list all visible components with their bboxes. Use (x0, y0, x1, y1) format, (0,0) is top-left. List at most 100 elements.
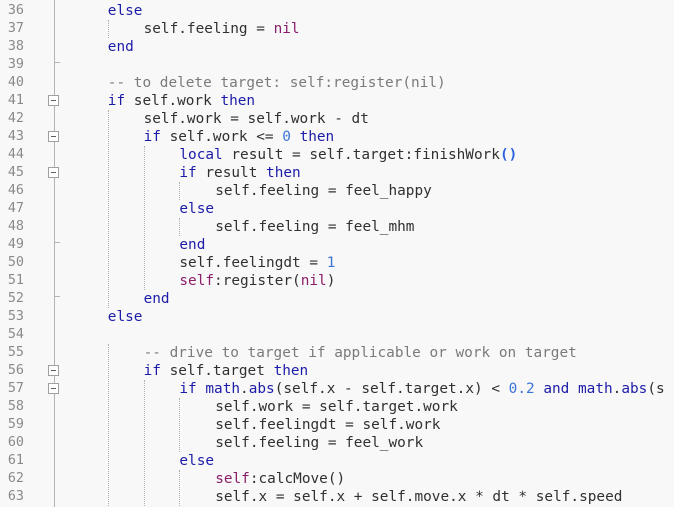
code-token: () (499, 147, 518, 163)
indent-guide (143, 146, 145, 290)
fold-end-marker (54, 296, 60, 297)
code-line[interactable]: self.work = self.work - dt (144, 110, 369, 128)
line-number: 61 (7, 453, 24, 468)
code-line[interactable]: end (144, 290, 170, 308)
collapse-fold-icon[interactable] (48, 95, 59, 106)
code-token: nil (273, 21, 300, 37)
code-token: 0 (282, 129, 291, 145)
indent-guide (143, 380, 145, 506)
code-token: . (240, 381, 249, 397)
code-line[interactable]: else (179, 200, 214, 218)
code-token: local (179, 147, 223, 163)
code-token: if (107, 93, 126, 109)
code-line[interactable]: self.work = self.target.work (215, 398, 458, 416)
line-number: 55 (7, 345, 24, 360)
code-line[interactable]: self.feeling = feel_mhm (215, 218, 414, 236)
code-token: :register( (214, 273, 301, 289)
code-token: if (179, 165, 197, 181)
code-line[interactable]: self.x = self.x + self.move.x * dt * sel… (215, 488, 622, 506)
indent-guide (107, 344, 109, 506)
code-token: self.target (160, 363, 274, 379)
code-token: -- to delete target: self:register(nil) (107, 75, 446, 91)
line-number: 48 (7, 219, 24, 234)
indent-guide (179, 398, 181, 452)
code-token: self.feeling = feel_work (215, 435, 424, 451)
indent-guide (107, 110, 109, 308)
line-number: 62 (7, 471, 24, 486)
indent-guide (179, 470, 181, 506)
code-line[interactable]: self.feeling = feel_happy (215, 182, 432, 200)
code-line[interactable]: self:register(nil) (179, 272, 335, 290)
code-token: else (107, 3, 143, 19)
code-line[interactable]: local result = self.target:finishWork() (179, 146, 517, 164)
line-number: 63 (7, 489, 24, 504)
code-token: self.work = self.work - dt (143, 111, 369, 127)
line-number: 36 (7, 3, 24, 18)
code-token: -- drive to target if applicable or work… (143, 345, 577, 361)
code-line[interactable]: if result then (179, 164, 300, 182)
code-line[interactable]: -- drive to target if applicable or work… (144, 344, 577, 362)
code-token: 1 (326, 255, 336, 271)
code-line[interactable]: self.feelingdt = self.work (215, 416, 440, 434)
fold-range-line (54, 0, 55, 507)
code-token: else (107, 309, 143, 325)
fold-end-marker (54, 62, 60, 63)
code-token: then (220, 93, 256, 109)
indent-guide (179, 182, 181, 200)
code-token: self.work (125, 93, 221, 109)
code-token: math (205, 381, 241, 397)
line-number: 47 (7, 201, 24, 216)
code-line[interactable]: else (179, 452, 214, 470)
line-number: 53 (7, 309, 24, 324)
line-number: 38 (7, 39, 24, 54)
collapse-fold-icon[interactable] (48, 131, 59, 142)
line-number: 54 (7, 327, 24, 342)
code-line[interactable]: self:calcMove() (215, 470, 345, 488)
code-line[interactable]: if math.abs(self.x - self.target.x) < 0.… (179, 380, 664, 398)
line-number: 44 (7, 147, 24, 162)
code-token: end (179, 237, 206, 253)
code-line[interactable]: else (108, 308, 143, 326)
code-token: (self.x - self.target.x) < (274, 381, 509, 397)
collapse-fold-icon[interactable] (48, 167, 59, 178)
code-token: and (543, 381, 570, 397)
code-line[interactable]: else (108, 2, 143, 20)
code-token: :calcMove() (249, 471, 346, 487)
code-line[interactable]: end (179, 236, 205, 254)
line-number-gutter: 36 37 38 39 40 41 42 43 44 45 46 47 48 49 50 51 52 53 54 55… (0, 0, 66, 507)
line-number: 50 (7, 255, 24, 270)
collapse-fold-icon[interactable] (48, 365, 59, 376)
code-token: else (179, 453, 215, 469)
code-token: self.feeling = feel_mhm (215, 219, 415, 235)
code-token: 0.2 (508, 381, 535, 397)
code-line[interactable]: self.feeling = feel_work (215, 434, 423, 452)
code-line[interactable]: if self.work <= 0 then (144, 128, 335, 146)
line-number: 49 (7, 237, 24, 252)
code-token: abs (621, 381, 648, 397)
code-token: self.work <= (160, 129, 283, 145)
line-number: 43 (7, 129, 24, 144)
code-token: self (215, 471, 250, 487)
line-number: 40 (7, 75, 24, 90)
line-number: 59 (7, 417, 24, 432)
code-token: self.feelingdt = self.work (215, 417, 441, 433)
code-line[interactable]: if self.target then (144, 362, 309, 380)
code-line[interactable]: -- to delete target: self:register(nil) (108, 74, 446, 92)
line-number: 46 (7, 183, 24, 198)
code-line[interactable]: self.feelingdt = 1 (179, 254, 335, 272)
code-area[interactable]: else self.feeling = nil end -- to delete ta… (64, 0, 674, 507)
code-line[interactable]: self.feeling = nil (144, 20, 300, 38)
code-line[interactable]: if self.work then (108, 92, 255, 110)
line-number: 37 (7, 21, 24, 36)
code-token: self.work = self.target.work (215, 399, 458, 415)
code-token: if (143, 363, 161, 379)
code-token: if (143, 129, 161, 145)
line-number: 56 (7, 363, 24, 378)
collapse-fold-icon[interactable] (48, 383, 59, 394)
code-token: nil (300, 273, 327, 289)
code-editor[interactable]: 36 37 38 39 40 41 42 43 44 45 46 47 48 49 50 51 52 53 54 55… (0, 0, 674, 507)
code-token: math (578, 381, 613, 397)
code-token: self.x = self.x + self.move.x * dt * sel… (215, 489, 623, 505)
code-line[interactable]: end (108, 38, 134, 56)
